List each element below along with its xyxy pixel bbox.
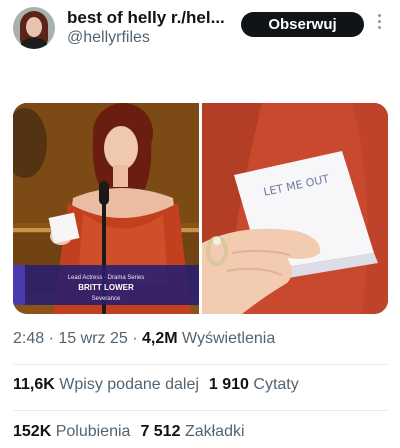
avatar-body — [19, 38, 49, 49]
likes-link[interactable]: 152K Polubienia — [13, 423, 130, 440]
likes-count: 152K — [13, 423, 52, 440]
more-options-icon[interactable] — [372, 12, 386, 34]
quotes-link[interactable]: 1 910 Cytaty — [209, 376, 299, 393]
divider — [13, 364, 388, 365]
author-handle[interactable]: @hellyrfiles — [67, 29, 150, 47]
caption-title: Lead Actress · Drama Series — [68, 275, 145, 281]
reposts-link[interactable]: 11,6K Wpisy podane dalej — [13, 376, 199, 393]
avatar-face — [26, 17, 42, 37]
media-photo-right[interactable]: LET ME OUT — [202, 103, 388, 314]
tweet-media[interactable]: Lead Actress · Drama Series BRITT LOWER … — [13, 103, 388, 314]
likes-bookmarks-row: 152K Polubienia 7 512 Zakładki — [13, 423, 245, 441]
reposts-quotes-row: 11,6K Wpisy podane dalej 1 910 Cytaty — [13, 376, 299, 394]
note-closeup-image: LET ME OUT — [202, 103, 388, 314]
post-time[interactable]: 2:48 — [13, 330, 44, 347]
bookmarks-count: 7 512 — [140, 423, 181, 440]
divider — [13, 410, 388, 411]
awards-speech-image: Lead Actress · Drama Series BRITT LOWER … — [13, 103, 199, 314]
likes-label: Polubienia — [55, 423, 131, 440]
tweet-meta: 2:48 · 15 wrz 25 · 4,2M Wyświetlenia — [13, 330, 275, 348]
meta-separator: · — [48, 330, 59, 347]
follow-button[interactable]: Obserwuj — [241, 12, 364, 37]
quotes-count: 1 910 — [208, 376, 249, 393]
bookmarks-label: Zakładki — [184, 423, 245, 440]
media-photo-left[interactable]: Lead Actress · Drama Series BRITT LOWER … — [13, 103, 199, 314]
caption-name: BRITT LOWER — [78, 283, 134, 292]
avatar[interactable] — [13, 7, 55, 49]
author-display-name[interactable]: best of helly r./hel... — [67, 8, 225, 28]
tweet-header: best of helly r./hel... @hellyrfiles Obs… — [0, 0, 400, 62]
bookmarks-link[interactable]: 7 512 Zakładki — [140, 423, 244, 440]
quotes-label: Cytaty — [253, 376, 299, 393]
reposts-count: 11,6K — [13, 376, 55, 393]
caption-show: Severance — [92, 296, 121, 302]
views-label: Wyświetlenia — [182, 330, 276, 347]
views-count: 4,2M — [141, 330, 178, 347]
meta-separator: · — [132, 330, 142, 347]
post-date[interactable]: 15 wrz 25 — [58, 330, 127, 347]
reposts-label: Wpisy podane dalej — [59, 376, 199, 393]
